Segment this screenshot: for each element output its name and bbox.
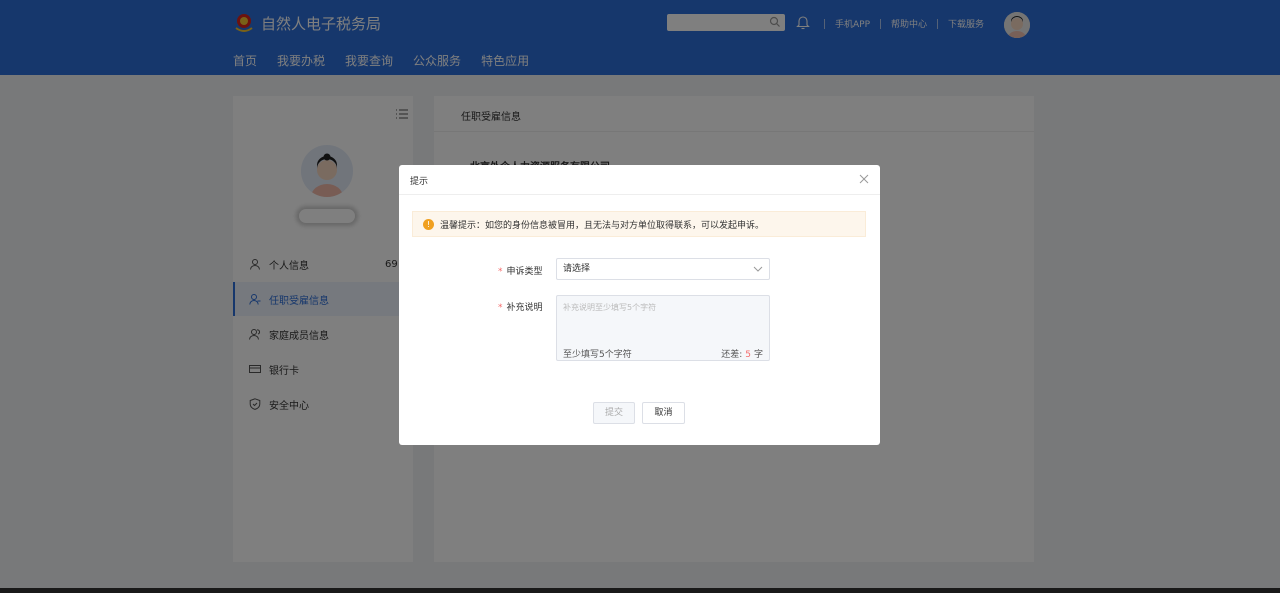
warning-icon: ! [423, 218, 434, 230]
chevron-down-icon [753, 266, 763, 272]
required-mark: * [498, 267, 503, 277]
remaining-prefix: 还差: [721, 350, 743, 360]
warning-tip-text: 温馨提示：如您的身份信息被冒用，且无法与对方单位取得联系，可以发起申诉。 [440, 220, 765, 231]
remaining-count: 5 [745, 350, 751, 360]
complaint-type-label: * 申诉类型 [498, 264, 543, 277]
description-label-text: 补充说明 [506, 303, 543, 313]
submit-button[interactable]: 提交 [593, 402, 635, 424]
close-icon[interactable] [859, 174, 869, 184]
divider [399, 194, 880, 195]
cancel-button[interactable]: 取消 [642, 402, 685, 424]
description-label: * 补充说明 [498, 300, 543, 313]
complaint-dialog: 提示 ! 温馨提示：如您的身份信息被冒用，且无法与对方单位取得联系，可以发起申诉… [399, 165, 880, 445]
min-length-hint: 至少填写5个字符 [563, 350, 632, 360]
complaint-type-select[interactable]: 请选择 [556, 258, 770, 280]
description-placeholder: 补充说明至少填写5个字符 [563, 303, 657, 312]
remaining-chars: 还差: 5 字 [721, 347, 763, 360]
description-textarea[interactable]: 补充说明至少填写5个字符 至少填写5个字符 还差: 5 字 [556, 295, 770, 361]
remaining-suffix: 字 [753, 350, 763, 360]
dialog-title: 提示 [410, 177, 429, 187]
required-mark: * [498, 303, 503, 313]
warning-tip: ! 温馨提示：如您的身份信息被冒用，且无法与对方单位取得联系，可以发起申诉。 [412, 211, 866, 237]
complaint-type-label-text: 申诉类型 [506, 267, 543, 277]
complaint-type-value: 请选择 [563, 264, 591, 274]
